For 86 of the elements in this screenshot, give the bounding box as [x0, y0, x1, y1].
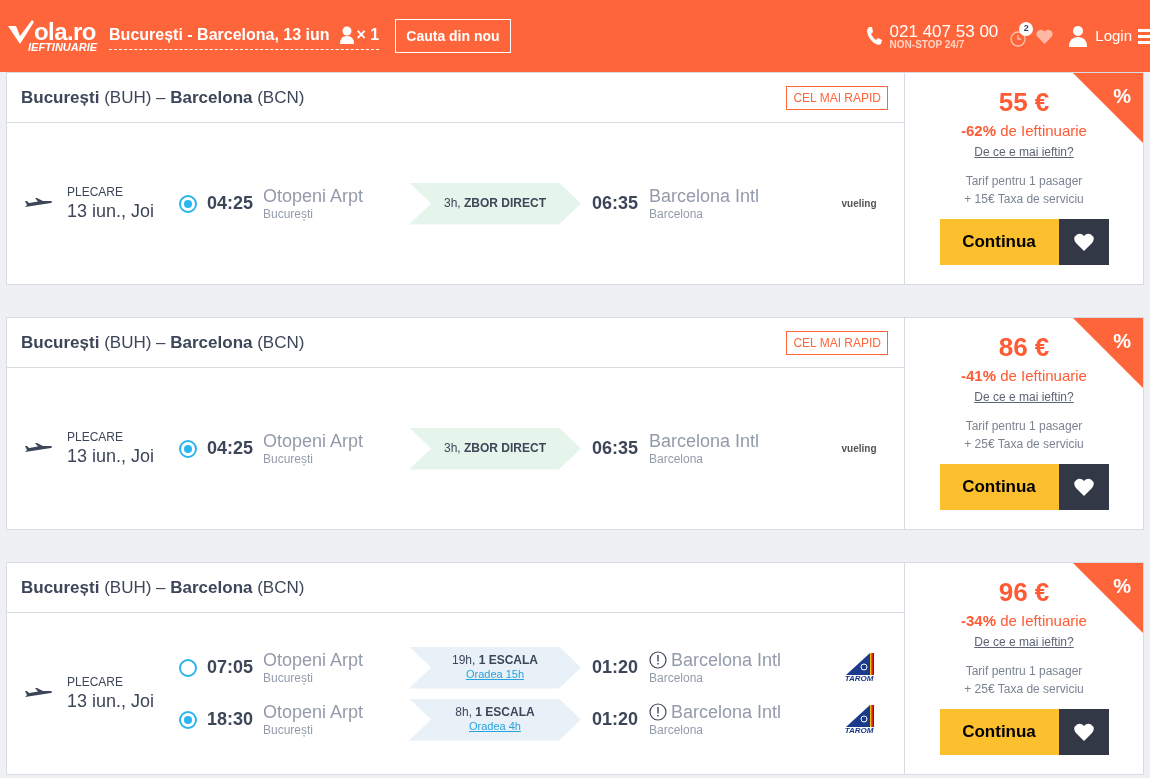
fare-note: Tarif pentru 1 pasager [965, 417, 1083, 435]
duration-text: 19h, 1 ESCALA [451, 653, 538, 669]
user-icon [1069, 25, 1088, 47]
city-name: Barcelona [649, 207, 705, 223]
route-title: București (BUH) – Barcelona (BCN) [21, 576, 305, 599]
plane-icon [25, 197, 53, 210]
duration-text: 3h, ZBOR DIRECT [444, 196, 546, 211]
discount-text: -34% de Ieftinuarie [961, 611, 1087, 631]
tag-label: CEL MAI RAPID [786, 330, 888, 355]
airline-logo: vueling [841, 442, 877, 456]
city-name: București [263, 207, 315, 223]
fee-note: + 25€ Taxa de serviciu [964, 435, 1084, 453]
airport-name: Otopeni Arpt [263, 429, 365, 453]
fare-note: Tarif pentru 1 pasager [965, 662, 1083, 680]
plane-icon [25, 442, 53, 455]
percent-label: % [1113, 329, 1131, 354]
info-link[interactable]: De ce e mai ieftin? [974, 632, 1074, 651]
departure-label: PLECARE [67, 674, 125, 690]
info-link[interactable]: De ce e mai ieftin? [974, 142, 1074, 161]
route-title: București (BUH) – Barcelona (BCN) [21, 86, 305, 109]
plane-icon [25, 687, 53, 700]
history-icon[interactable] [1010, 31, 1027, 47]
radio-button[interactable] [179, 439, 197, 458]
city-name: București [263, 723, 315, 739]
departure-date: 13 iun., Joi [67, 199, 155, 223]
departure-time: 07:05 [207, 656, 255, 679]
airline-logo: TAROM [844, 704, 874, 735]
discount-text: -62% de Ieftinuarie [961, 121, 1087, 141]
route-title: București (BUH) – Barcelona (BCN) [21, 331, 305, 354]
airport-name: Barcelona Intl [671, 648, 782, 672]
continue-button[interactable]: Continua [939, 218, 1059, 265]
favorite-button[interactable] [1058, 708, 1109, 755]
heart-icon[interactable] [1036, 28, 1054, 44]
fee-note: + 15€ Taxa de serviciu [964, 190, 1084, 208]
tag-label: CEL MAI RAPID [786, 85, 888, 110]
discount-text: -41% de Ieftinuarie [961, 366, 1087, 386]
price: 96 € [998, 579, 1050, 605]
count-badge: 2 [1019, 22, 1034, 36]
continue-button[interactable]: Continua [939, 708, 1059, 755]
price: 55 € [998, 89, 1050, 115]
airline-logo: vueling [841, 197, 877, 211]
fee-note: + 25€ Taxa de serviciu [964, 680, 1084, 698]
heart-icon [1073, 722, 1094, 741]
menu-icon[interactable] [1138, 27, 1150, 45]
airport-name: Otopeni Arpt [263, 648, 365, 672]
arrival-time: 06:35 [592, 437, 640, 460]
radio-button[interactable] [179, 658, 197, 677]
arrival-time: 06:35 [592, 192, 640, 215]
city-name: București [263, 452, 315, 468]
fare-note: Tarif pentru 1 pasager [965, 172, 1083, 190]
departure-time: 18:30 [207, 708, 255, 731]
percent-label: % [1113, 84, 1131, 109]
city-name: Barcelona [649, 723, 705, 739]
info-link[interactable]: De ce e mai ieftin? [974, 387, 1074, 406]
airport-name: Barcelona Intl [649, 184, 760, 208]
person-icon [339, 25, 354, 44]
airport-name: Otopeni Arpt [263, 184, 365, 208]
percent-label: % [1113, 574, 1131, 599]
continue-button[interactable]: Continua [939, 463, 1059, 510]
departure-date: 13 iun., Joi [67, 444, 155, 468]
departure-time: 04:25 [207, 437, 255, 460]
departure-time: 04:25 [207, 192, 255, 215]
heart-icon [1073, 232, 1094, 251]
departure-label: PLECARE [67, 429, 125, 445]
city-name: Barcelona [649, 671, 705, 687]
airline-logo: TAROM [844, 652, 874, 683]
favorite-button[interactable] [1058, 218, 1109, 265]
radio-button[interactable] [179, 710, 197, 729]
airport-name: Barcelona Intl [649, 429, 760, 453]
departure-date: 13 iun., Joi [67, 689, 155, 713]
phone-icon [865, 26, 882, 46]
airport-name: Otopeni Arpt [263, 700, 365, 724]
radio-button[interactable] [179, 194, 197, 213]
departure-label: PLECARE [67, 184, 125, 200]
phone-number: 021 407 53 00 [889, 22, 999, 40]
arrival-time: 01:20 [592, 708, 640, 731]
phone-hours: NON-STOP 24/7 [889, 39, 966, 50]
duration-text: 3h, ZBOR DIRECT [444, 441, 546, 456]
city-name: București [263, 671, 315, 687]
city-name: Barcelona [649, 452, 705, 468]
arrival-time: 01:20 [592, 656, 640, 679]
favorite-button[interactable] [1058, 463, 1109, 510]
duration-text: 8h, 1 ESCALA [455, 705, 535, 721]
airport-name: Barcelona Intl [671, 700, 782, 724]
price: 86 € [998, 334, 1050, 360]
heart-icon [1073, 477, 1094, 496]
